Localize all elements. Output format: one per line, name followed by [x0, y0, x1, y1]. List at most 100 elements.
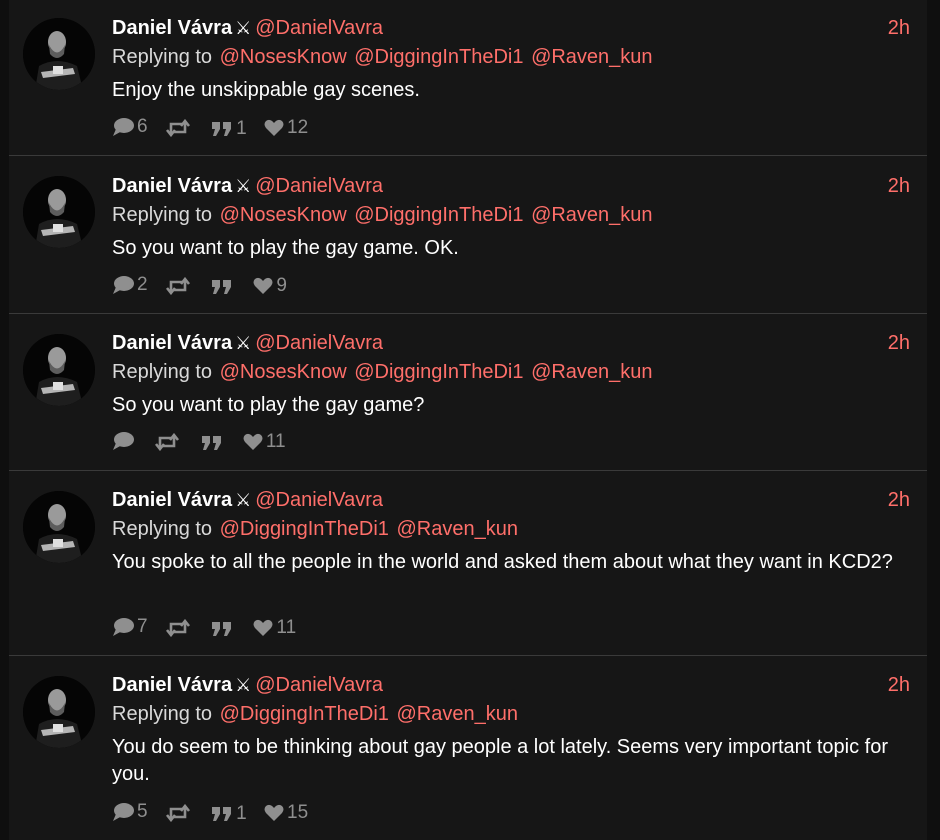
reply-button[interactable] [112, 431, 137, 451]
mention-link[interactable]: @Raven_kun [531, 204, 652, 226]
tweet[interactable]: Daniel Vávra ⚔ @DanielVavra 2h Replying to… [9, 156, 927, 313]
display-name[interactable]: Daniel Vávra [112, 17, 232, 39]
avatar[interactable] [23, 334, 95, 406]
quote-count: 1 [236, 803, 247, 824]
mention-link[interactable]: @DiggingInTheDi1 [354, 361, 523, 383]
display-name[interactable]: Daniel Vávra [112, 674, 232, 696]
quote-button[interactable] [201, 435, 226, 451]
avatar[interactable] [23, 491, 95, 563]
quote-icon [212, 807, 232, 821]
crossed-swords-icon: ⚔ [235, 176, 252, 196]
display-name[interactable]: Daniel Vávra [112, 332, 232, 354]
reply-button[interactable]: 5 [112, 801, 148, 823]
mention-link[interactable]: @Raven_kun [531, 361, 652, 383]
like-count: 11 [276, 617, 297, 638]
mention-link[interactable]: @DiggingInTheDi1 [354, 46, 523, 68]
mention-link[interactable]: @NosesKnow [220, 46, 347, 68]
crossed-swords-icon: ⚔ [235, 18, 252, 38]
retweet-button[interactable] [154, 433, 183, 451]
retweet-icon [165, 619, 190, 637]
quote-icon [212, 280, 232, 294]
replying-to: Replying to @NosesKnow @DiggingInTheDi1 … [112, 361, 653, 384]
avatar[interactable] [23, 18, 95, 90]
heart-icon [253, 277, 273, 294]
quote-icon [212, 622, 232, 636]
tweet[interactable]: Daniel Vávra ⚔ @DanielVavra 2h Replying to… [9, 314, 927, 470]
reply-button[interactable]: 2 [112, 274, 148, 296]
mention-link[interactable]: @Raven_kun [396, 703, 517, 725]
like-count: 15 [287, 802, 309, 823]
reply-button[interactable]: 6 [112, 116, 148, 138]
user-handle[interactable]: @DanielVavra [255, 332, 383, 354]
timestamp[interactable]: 2h [888, 674, 910, 697]
mention-link[interactable]: @Raven_kun [396, 518, 517, 540]
quote-button[interactable]: 1 [211, 803, 247, 825]
retweet-button[interactable] [165, 119, 194, 137]
replying-label: Replying to [112, 703, 213, 725]
quote-button[interactable] [211, 279, 236, 295]
replying-label: Replying to [112, 518, 213, 540]
retweet-button[interactable] [165, 277, 194, 295]
user-handle[interactable]: @DanielVavra [255, 674, 383, 696]
mention-link[interactable]: @DiggingInTheDi1 [354, 204, 523, 226]
like-button[interactable]: 11 [243, 431, 286, 453]
display-name[interactable]: Daniel Vávra [112, 175, 232, 197]
reply-count: 5 [137, 801, 148, 822]
replying-to: Replying to @NosesKnow @DiggingInTheDi1 … [112, 46, 653, 69]
replying-label: Replying to [112, 361, 213, 383]
retweet-button[interactable] [165, 804, 194, 822]
avatar[interactable] [23, 676, 95, 748]
mention-link[interactable]: @DiggingInTheDi1 [220, 703, 389, 725]
heart-icon [264, 804, 284, 821]
timestamp[interactable]: 2h [888, 175, 910, 198]
avatar[interactable] [23, 176, 95, 248]
tweet-feed: Daniel Vávra ⚔ @DanielVavra 2h Replying to… [9, 0, 927, 840]
crossed-swords-icon: ⚔ [235, 333, 252, 353]
retweet-icon [165, 804, 190, 822]
speech-bubble-icon [113, 276, 134, 294]
retweet-icon [165, 119, 190, 137]
retweet-icon [155, 433, 180, 451]
tweet-actions: 7 11 [112, 616, 308, 640]
crossed-swords-icon: ⚔ [235, 675, 252, 695]
replying-to: Replying to @DiggingInTheDi1 @Raven_kun [112, 518, 518, 541]
user-handle[interactable]: @DanielVavra [255, 175, 383, 197]
tweet-actions: 2 9 [112, 274, 299, 298]
replying-to: Replying to @DiggingInTheDi1 @Raven_kun [112, 703, 518, 726]
replying-label: Replying to [112, 46, 213, 68]
quote-button[interactable] [211, 621, 236, 637]
reply-count: 6 [137, 116, 148, 137]
timestamp[interactable]: 2h [888, 332, 910, 355]
like-button[interactable]: 9 [253, 275, 287, 297]
user-handle[interactable]: @DanielVavra [255, 489, 383, 511]
tweet[interactable]: Daniel Vávra ⚔ @DanielVavra 2h Replying to… [9, 471, 927, 655]
tweet-text: So you want to play the gay game. OK. [112, 237, 459, 259]
like-button[interactable]: 11 [253, 617, 296, 639]
reply-count: 2 [137, 274, 148, 295]
user-handle[interactable]: @DanielVavra [255, 17, 383, 39]
tweet[interactable]: Daniel Vávra ⚔ @DanielVavra 2h Replying to… [9, 656, 927, 840]
mention-link[interactable]: @DiggingInTheDi1 [220, 518, 389, 540]
mention-link[interactable]: @Raven_kun [531, 46, 652, 68]
tweet-header: Daniel Vávra ⚔ @DanielVavra [112, 489, 383, 515]
retweet-icon [165, 277, 190, 295]
tweet-header: Daniel Vávra ⚔ @DanielVavra [112, 332, 383, 358]
tweet-actions: 6 1 12 [112, 116, 320, 140]
like-button[interactable]: 12 [264, 117, 308, 139]
mention-link[interactable]: @NosesKnow [220, 361, 347, 383]
mention-link[interactable]: @NosesKnow [220, 204, 347, 226]
like-button[interactable]: 15 [264, 802, 308, 824]
reply-count: 7 [137, 616, 148, 637]
tweet-text: You spoke to all the people in the world… [112, 551, 893, 573]
quote-button[interactable]: 1 [211, 118, 247, 140]
timestamp[interactable]: 2h [888, 489, 910, 512]
quote-icon [201, 436, 221, 450]
replying-to: Replying to @NosesKnow @DiggingInTheDi1 … [112, 204, 653, 227]
reply-button[interactable]: 7 [112, 616, 148, 638]
tweet[interactable]: Daniel Vávra ⚔ @DanielVavra 2h Replying to… [9, 0, 927, 155]
display-name[interactable]: Daniel Vávra [112, 489, 232, 511]
speech-bubble-icon [113, 803, 134, 821]
timestamp[interactable]: 2h [888, 17, 910, 40]
speech-bubble-icon [113, 618, 134, 636]
retweet-button[interactable] [165, 619, 194, 637]
